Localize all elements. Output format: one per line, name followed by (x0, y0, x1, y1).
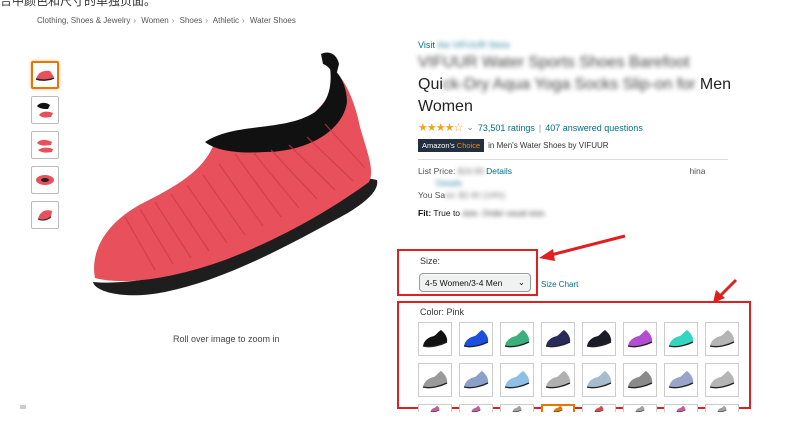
corner-mark (20, 405, 26, 409)
product-main-image[interactable] (85, 42, 385, 327)
color-swatch-r1-7[interactable] (664, 322, 698, 356)
shoe-thumbnail-icon (586, 330, 612, 348)
size-chart-link[interactable]: Size Chart (541, 280, 578, 289)
ratings-link[interactable]: 73,501 ratings (478, 123, 535, 133)
color-swatch-r1-3[interactable] (500, 322, 534, 356)
color-swatch-r3-3[interactable] (500, 404, 534, 412)
color-swatch-r2-2[interactable] (459, 363, 493, 397)
shoe-thumbnail-icon (422, 371, 448, 389)
color-swatch-r3-4[interactable] (541, 404, 575, 413)
shoe-thumbnail-icon (717, 405, 727, 412)
chevron-down-icon: ⌄ (517, 277, 525, 287)
shoe-thumbnail-icon (586, 371, 612, 389)
list-price-line: List Price: $16.99 Details hina (418, 166, 706, 176)
shoe-thumbnail-icon (668, 371, 694, 389)
color-swatch-r2-3[interactable] (500, 363, 534, 397)
thumbnail-3[interactable] (31, 131, 59, 159)
thumbnail-1[interactable] (31, 61, 59, 89)
color-swatch-r1-2[interactable] (459, 322, 493, 356)
amazons-choice-badge: Amazon's Choice (418, 139, 485, 152)
color-swatch-r2-1[interactable] (418, 363, 452, 397)
thumbnail-5[interactable] (31, 201, 59, 229)
breadcrumb-water-shoes[interactable]: Water Shoes (250, 16, 296, 25)
red-arrow-color (713, 278, 738, 303)
price-details-link[interactable]: Details (486, 166, 512, 176)
shoe-thumbnail-icon (676, 405, 686, 412)
shoe-thumbnail-icon (668, 330, 694, 348)
shoe-thumbnail-icon (545, 330, 571, 348)
size-dropdown[interactable]: 4-5 Women/3-4 Men ⌄ (419, 273, 531, 292)
breadcrumb-clothing[interactable]: Clothing, Shoes & Jewelry (37, 16, 130, 25)
shoe-thumbnail-icon (512, 405, 522, 412)
color-swatch-r2-4[interactable] (541, 363, 575, 397)
shoe-thumbnail-icon (545, 371, 571, 389)
chevron-down-icon[interactable]: ⌄ (466, 122, 474, 133)
breadcrumb: Clothing, Shoes & Jewelry › Women › Shoes ›… (37, 16, 296, 25)
thumbnail-2[interactable] (31, 96, 59, 124)
color-swatch-r2-6[interactable] (623, 363, 657, 397)
color-swatch-r2-8[interactable] (705, 363, 739, 397)
color-swatch-r2-7[interactable] (664, 363, 698, 397)
breadcrumb-athletic[interactable]: Athletic (213, 16, 239, 25)
shoe-thumbnail-icon (504, 330, 530, 348)
shoe-thumbnail-icon (430, 405, 440, 412)
zoom-hint: Roll over image to zoom in (173, 334, 280, 344)
thumbnail-strip (31, 61, 63, 236)
color-swatch-r3-8[interactable] (705, 404, 739, 412)
amazons-choice-row: Amazon's Choice in Men's Water Shoes by … (418, 139, 778, 152)
color-swatch-r3-5[interactable] (582, 404, 616, 412)
color-swatch-r1-4[interactable] (541, 322, 575, 356)
fit-line: Fit: True to size. Order usual size. (418, 208, 547, 218)
star-rating-icon[interactable]: ★★★★☆ (418, 121, 463, 134)
page-caption: 合中颜色和尺寸的单独页面。 (0, 0, 157, 8)
size-label: Size: (420, 256, 441, 266)
answered-questions-link[interactable]: 407 answered questions (545, 123, 643, 133)
shoe-thumbnail-icon (709, 371, 735, 389)
red-arrow-size (539, 234, 626, 261)
you-save-line: You Save: $2.40 (14%) (418, 190, 506, 200)
color-swatch-r1-6[interactable] (623, 322, 657, 356)
shoe-thumbnail-icon (594, 405, 604, 412)
color-swatch-r1-1[interactable] (418, 322, 452, 356)
color-label: Color: Pink (420, 307, 465, 317)
product-title: VIFUUR Water Sports Shoes Barefoot Quick… (418, 54, 732, 115)
shoe-thumbnail-icon (627, 330, 653, 348)
color-swatch-r1-5[interactable] (582, 322, 616, 356)
divider (418, 159, 728, 160)
color-swatch-r3-2[interactable] (459, 404, 493, 412)
rating-row: ★★★★☆ ⌄ 73,501 ratings | 407 answered qu… (418, 121, 643, 134)
choice-category-text: in Men's Water Shoes by VIFUUR (488, 141, 609, 150)
shoe-thumbnail-icon (627, 371, 653, 389)
color-swatch-r3-7[interactable] (664, 404, 698, 412)
color-swatch-r1-8[interactable] (705, 322, 739, 356)
breadcrumb-women[interactable]: Women (141, 16, 168, 25)
shoe-thumbnail-icon (463, 330, 489, 348)
visit-store-link[interactable]: Visit the VIFUUR Store (418, 40, 778, 50)
shoe-thumbnail-icon (504, 371, 530, 389)
shoe-thumbnail-icon (471, 405, 481, 412)
water-shoe-image (93, 52, 378, 296)
product-info: Visit the VIFUUR Store VIFUUR Water Spor… (418, 40, 778, 218)
color-swatch-r3-6[interactable] (623, 404, 657, 412)
shoe-thumbnail-icon (553, 405, 563, 413)
color-swatch-r2-5[interactable] (582, 363, 616, 397)
shoe-thumbnail-icon (635, 405, 645, 412)
thumbnail-4[interactable] (31, 166, 59, 194)
shoe-thumbnail-icon (422, 330, 448, 348)
breadcrumb-shoes[interactable]: Shoes (180, 16, 203, 25)
color-swatch-r3-1[interactable] (418, 404, 452, 412)
details-link-2[interactable]: Details (436, 178, 778, 188)
shoe-thumbnail-icon (463, 371, 489, 389)
shoe-thumbnail-icon (709, 330, 735, 348)
